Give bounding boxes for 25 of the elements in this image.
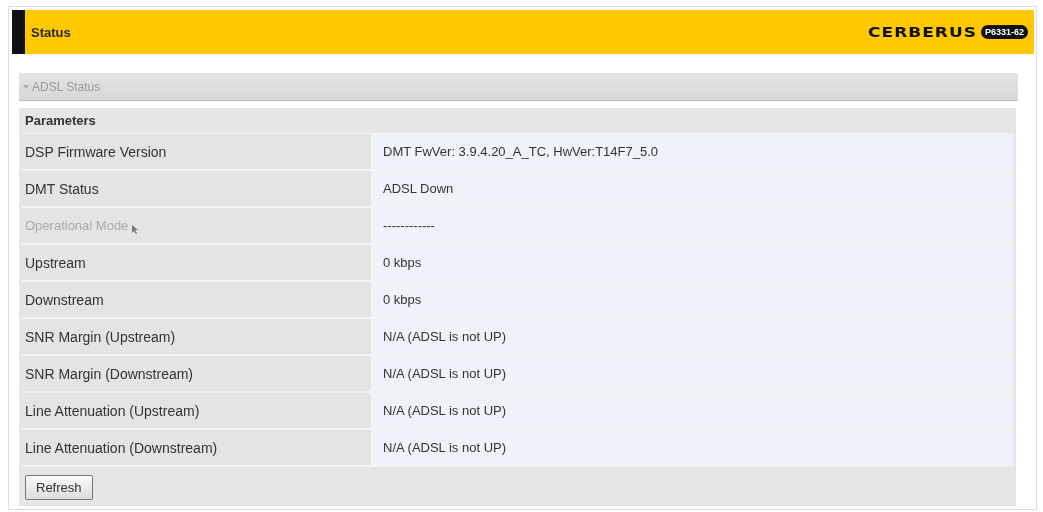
parameter-value: N/A (ADSL is not UP)	[371, 356, 1013, 391]
parameter-value: 0 kbps	[371, 245, 1013, 280]
parameter-value: ADSL Down	[371, 171, 1013, 206]
parameter-value: 0 kbps	[371, 282, 1013, 317]
label-text: SNR Margin (Upstream)	[25, 328, 176, 345]
label-text: Operational Mode	[25, 218, 129, 233]
label-text: Line Attenuation (Upstream)	[25, 402, 200, 419]
label-text: Downstream	[25, 291, 104, 308]
parameter-value: N/A (ADSL is not UP)	[371, 319, 1013, 354]
parameter-value: ------------	[371, 208, 1013, 243]
model-badge: P6331-62	[980, 25, 1028, 39]
header-mark-icon	[12, 10, 25, 54]
label-text: Line Attenuation (Downstream)	[25, 439, 218, 456]
mouse-cursor-icon	[132, 225, 139, 234]
label-text: DSP Firmware Version	[25, 143, 167, 160]
brand-logo: CERBERUS	[868, 23, 977, 41]
parameter-value: DMT FwVer: 3.9.4.20_A_TC, HwVer:T14F7_5.0	[371, 134, 1013, 169]
refresh-button[interactable]: Refresh	[25, 475, 93, 500]
section-title: ADSL Status	[32, 79, 101, 94]
label-text: SNR Margin (Downstream)	[25, 365, 194, 382]
parameter-value: N/A (ADSL is not UP)	[371, 393, 1013, 428]
page-title: Status	[31, 24, 71, 40]
label-text: Upstream	[25, 254, 86, 271]
label-text: DMT Status	[25, 180, 99, 197]
parameter-value: N/A (ADSL is not UP)	[371, 430, 1013, 465]
